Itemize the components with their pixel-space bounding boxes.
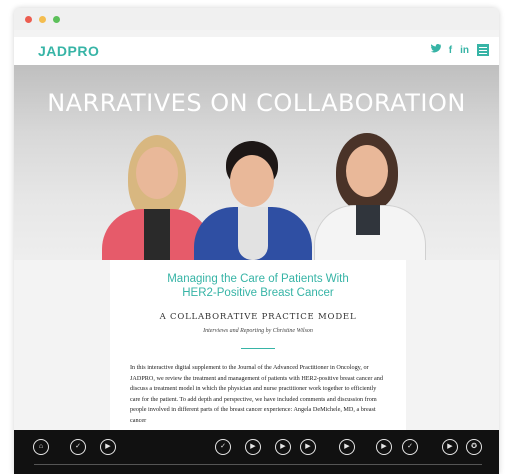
- play-icon[interactable]: ▶: [376, 439, 392, 455]
- play-icon[interactable]: ▶: [275, 439, 291, 455]
- article-title: Managing the Care of Patients With HER2-…: [167, 273, 349, 299]
- twitter-icon[interactable]: [430, 43, 441, 56]
- site-header: JADPRO f in: [14, 37, 499, 65]
- site-logo[interactable]: JADPRO: [38, 43, 99, 59]
- article-subtitle: A COLLABORATIVE PRACTICE MODEL: [159, 312, 357, 322]
- play-icon[interactable]: ▶: [100, 439, 116, 455]
- progress-track[interactable]: [34, 464, 482, 465]
- hero-banner: NARRATIVES ON COLLABORATION: [14, 65, 499, 260]
- minimize-window-button[interactable]: [39, 16, 46, 23]
- hero-title: NARRATIVES ON COLLABORATION: [47, 89, 466, 117]
- hero-photo-person-center: [194, 141, 312, 260]
- play-icon[interactable]: ▶: [245, 439, 261, 455]
- menu-icon[interactable]: [477, 44, 489, 56]
- play-icon[interactable]: ▶: [339, 439, 355, 455]
- check-icon[interactable]: ✓: [70, 439, 86, 455]
- check-icon[interactable]: ✓: [402, 439, 418, 455]
- maximize-window-button[interactable]: [53, 16, 60, 23]
- linkedin-icon[interactable]: in: [460, 45, 469, 56]
- player-navigation-bar: ⌂ ✓ ▶ ✓ ▶ ▶ ▶ ▶ ▶ ✓ ▶ ✪: [14, 430, 499, 474]
- social-links: f in: [430, 43, 489, 56]
- hero-photo-person-right: [314, 133, 426, 260]
- home-icon[interactable]: ⌂: [33, 439, 49, 455]
- check-icon[interactable]: ✓: [215, 439, 231, 455]
- award-icon[interactable]: ✪: [466, 439, 482, 455]
- play-icon[interactable]: ▶: [442, 439, 458, 455]
- title-divider: [241, 348, 275, 349]
- play-icon[interactable]: ▶: [300, 439, 316, 455]
- window-titlebar: [14, 8, 499, 30]
- article-byline: Interviews and Reporting by Christine Wi…: [203, 328, 313, 334]
- facebook-icon[interactable]: f: [449, 45, 452, 56]
- article-body: In this interactive digital supplement t…: [130, 364, 383, 424]
- browser-window: JADPRO f in NARRATIVES ON COLLABORATION: [14, 8, 499, 474]
- close-window-button[interactable]: [25, 16, 32, 23]
- article-card: Managing the Care of Patients With HER2-…: [110, 260, 406, 440]
